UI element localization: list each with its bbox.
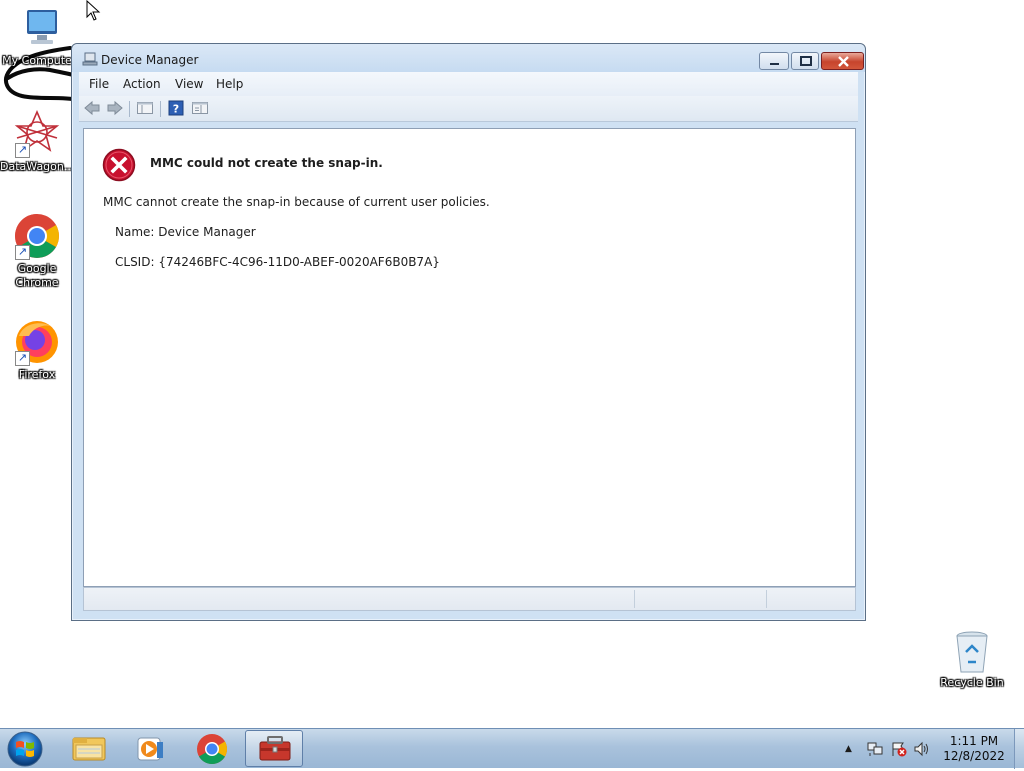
menu-file[interactable]: File (89, 77, 109, 91)
show-desktop-button[interactable] (1014, 729, 1024, 769)
desktop-icon-datawagon[interactable]: ↗ DataWagon... (0, 109, 75, 174)
help-icon[interactable]: ? (168, 100, 184, 116)
desktop-icon-label: Firefox (18, 368, 56, 381)
status-separator (634, 590, 635, 608)
desktop-icon-label: Recycle Bin (940, 676, 1004, 689)
menu-bar: File Action View Help (79, 72, 858, 96)
taskbar-device-manager[interactable] (245, 730, 303, 767)
desktop-icon-label: Google Chrome (15, 262, 59, 289)
minimize-button[interactable] (759, 52, 789, 70)
error-message: MMC cannot create the snap-in because of… (103, 195, 490, 209)
maximize-button[interactable] (791, 52, 819, 70)
show-hidden-icons-button[interactable]: ▲ (845, 744, 852, 754)
back-icon[interactable] (83, 100, 101, 116)
taskbar: ▲ 1:11 PM 12/8/2022 (0, 728, 1024, 769)
desktop-icon-label: DataWagon... (0, 160, 75, 173)
error-title: MMC could not create the snap-in. (150, 156, 383, 170)
status-separator (766, 590, 767, 608)
desktop-icon-recycle-bin[interactable]: Recycle Bin (935, 630, 1009, 690)
desktop-icon-my-computer[interactable]: My Compute (0, 8, 74, 68)
system-clock[interactable]: 1:11 PM 12/8/2022 (940, 734, 1008, 764)
maximize-icon (800, 56, 812, 66)
toolbar: ? (79, 96, 858, 122)
taskbar-chrome[interactable] (182, 730, 240, 767)
mouse-pointer-icon (86, 0, 101, 21)
clock-date: 12/8/2022 (943, 749, 1005, 763)
device-manager-icon (82, 52, 98, 66)
snap-in-error-pane: MMC could not create the snap-in. MMC ca… (83, 128, 856, 587)
menu-help[interactable]: Help (216, 77, 243, 91)
toolbar-separator (160, 101, 161, 117)
toolbar-separator (129, 101, 130, 117)
taskbar-windows-explorer[interactable] (60, 730, 118, 767)
media-player-icon (137, 737, 163, 761)
firefox-icon: ↗ (13, 318, 61, 366)
volume-icon[interactable] (913, 741, 931, 757)
desktop-icon-firefox[interactable]: ↗ Firefox (0, 318, 74, 382)
status-bar (83, 587, 856, 611)
show-hide-console-tree-icon[interactable] (136, 100, 154, 116)
forward-icon[interactable] (106, 100, 124, 116)
computer-icon (13, 8, 61, 56)
desktop-icon-label: My Compute (2, 54, 72, 67)
snap-in-name: Name: Device Manager (115, 225, 256, 239)
network-icon[interactable] (866, 741, 884, 757)
properties-icon[interactable] (191, 100, 209, 116)
window-title: Device Manager (101, 53, 199, 67)
shortcut-arrow-icon: ↗ (15, 245, 30, 260)
device-manager-toolbox-icon (259, 736, 291, 761)
svg-text:?: ? (173, 103, 179, 116)
menu-view[interactable]: View (175, 77, 203, 91)
shortcut-arrow-icon: ↗ (15, 351, 30, 366)
shortcut-arrow-icon: ↗ (15, 143, 30, 158)
taskbar-media-player[interactable] (121, 730, 179, 767)
minimize-icon (770, 63, 779, 65)
device-manager-window: Device Manager File Action View Help ? M… (71, 43, 866, 621)
start-button[interactable] (5, 730, 45, 768)
windows-explorer-icon (72, 737, 106, 761)
desktop-icon-google-chrome[interactable]: ↗ Google Chrome (0, 212, 74, 290)
error-icon (102, 148, 136, 182)
chrome-icon (197, 734, 228, 765)
action-center-icon[interactable] (890, 741, 908, 757)
chrome-icon: ↗ (13, 212, 61, 260)
title-bar[interactable]: Device Manager (72, 44, 865, 72)
recycle-bin-icon (948, 630, 996, 678)
snap-in-clsid: CLSID: {74246BFC-4C96-11D0-ABEF-0020AF6B… (115, 255, 440, 269)
close-icon (838, 56, 849, 67)
clock-time: 1:11 PM (949, 734, 999, 748)
close-button[interactable] (821, 52, 864, 70)
menu-action[interactable]: Action (123, 77, 161, 91)
datawagon-icon: ↗ (13, 109, 61, 158)
